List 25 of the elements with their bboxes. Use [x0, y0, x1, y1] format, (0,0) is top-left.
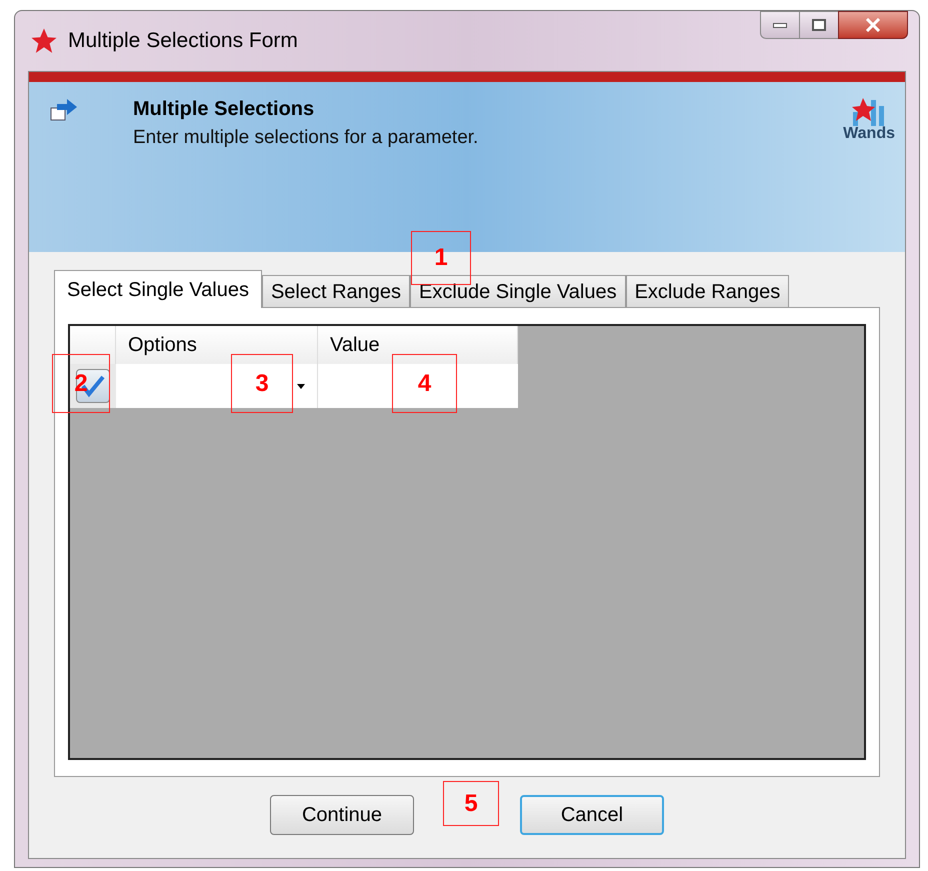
- column-header[interactable]: Value: [318, 326, 518, 364]
- wands-logo: Wands: [843, 96, 895, 142]
- minimize-button[interactable]: [760, 11, 800, 39]
- callout-label: 2: [52, 354, 110, 413]
- header-subtitle: Enter multiple selections for a parameter.: [133, 126, 478, 150]
- tab[interactable]: Exclude Ranges: [626, 275, 790, 307]
- header-title: Multiple Selections: [133, 97, 316, 122]
- callout-label: 4: [392, 354, 457, 413]
- tab[interactable]: Exclude Single Values: [410, 275, 626, 307]
- tab[interactable]: Select Single Values: [54, 270, 262, 308]
- column-header[interactable]: Options: [116, 326, 318, 364]
- callout-label: 5: [443, 781, 499, 826]
- callout-label: 1: [411, 231, 471, 285]
- dialog-button[interactable]: Cancel: [520, 795, 664, 835]
- close-button[interactable]: [838, 11, 908, 39]
- dialog-button[interactable]: Continue: [270, 795, 414, 835]
- maximize-button[interactable]: [800, 11, 838, 39]
- close-icon: [865, 18, 881, 32]
- caret-icon: [297, 384, 305, 388]
- tab[interactable]: Select Ranges: [262, 275, 410, 307]
- row-checkbox[interactable]: [76, 369, 110, 403]
- callout-label: 3: [231, 354, 293, 413]
- window-title: Multiple Selections Form: [68, 28, 298, 54]
- value-field[interactable]: [318, 364, 518, 408]
- options-dropdown[interactable]: [116, 364, 318, 408]
